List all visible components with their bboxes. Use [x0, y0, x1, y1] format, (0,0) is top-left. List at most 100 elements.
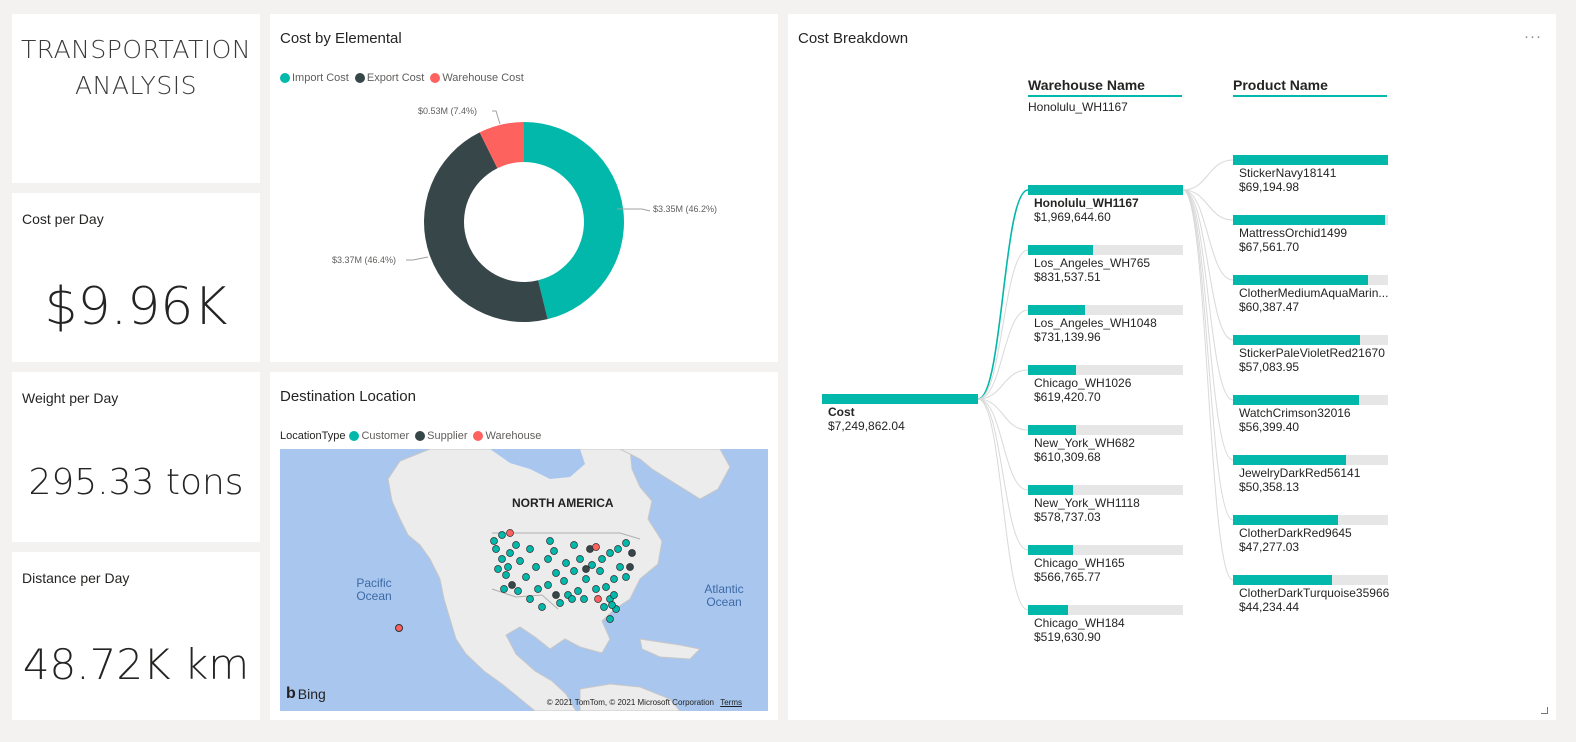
tree-node-product[interactable]: ClotherDarkRed9645 $47,277.03 — [1233, 515, 1388, 557]
map-point[interactable] — [546, 537, 554, 545]
node-value: $566,765.77 — [1034, 570, 1101, 584]
tree-node-product[interactable]: JewelryDarkRed56141 $50,358.13 — [1233, 455, 1388, 497]
tree-node-product[interactable]: WatchCrimson32016 $56,399.40 — [1233, 395, 1388, 437]
bar-fill — [1028, 485, 1073, 495]
tree-node-warehouse[interactable]: Chicago_WH165 $566,765.77 — [1028, 545, 1183, 587]
tree-node-product[interactable]: ClotherDarkTurquoise35966 $44,234.44 — [1233, 575, 1389, 617]
kpi-card-distance[interactable]: Distance per Day 48.72K km — [12, 552, 260, 720]
map-point[interactable] — [582, 575, 590, 583]
kpi-card-cost[interactable]: Cost per Day $9.96K — [12, 193, 260, 362]
map-point[interactable] — [526, 595, 534, 603]
decomposition-tree-card[interactable]: Cost Breakdown ··· Warehouse Name Honolu… — [788, 14, 1556, 720]
map-point[interactable] — [532, 563, 540, 571]
map-point[interactable] — [592, 585, 600, 593]
map-point[interactable] — [568, 595, 576, 603]
map-point[interactable] — [594, 595, 602, 603]
map-point[interactable] — [588, 561, 596, 569]
map-point[interactable] — [606, 615, 614, 623]
map-point[interactable] — [570, 541, 578, 549]
map-card[interactable]: Destination Location LocationType Custom… — [270, 372, 778, 720]
map-point[interactable] — [610, 575, 618, 583]
map-point[interactable] — [534, 585, 542, 593]
map-point[interactable] — [504, 563, 512, 571]
map-point[interactable] — [552, 569, 560, 577]
map-point[interactable] — [506, 549, 514, 557]
map-point[interactable] — [498, 531, 506, 539]
map-point[interactable] — [610, 591, 618, 599]
legend-item-warehouse[interactable]: Warehouse — [473, 430, 541, 442]
map-point[interactable] — [576, 555, 584, 563]
map-point[interactable] — [544, 581, 552, 589]
map-point[interactable] — [492, 545, 500, 553]
map-point[interactable] — [614, 545, 622, 553]
map-point[interactable] — [598, 555, 606, 563]
map-point[interactable] — [570, 567, 578, 575]
map-point[interactable] — [508, 581, 516, 589]
node-label: Los_Angeles_WH1048 — [1034, 316, 1157, 330]
map-point[interactable] — [574, 587, 582, 595]
node-label: Cost — [828, 405, 855, 419]
map-point[interactable] — [490, 537, 498, 545]
tree-node-product[interactable]: MattressOrchid1499 $67,561.70 — [1233, 215, 1388, 257]
map-point[interactable] — [602, 583, 610, 591]
map-point[interactable] — [498, 555, 506, 563]
map-point[interactable] — [552, 591, 560, 599]
node-value: $1,969,644.60 — [1034, 210, 1111, 224]
resize-handle[interactable] — [1541, 707, 1548, 714]
tree-node-warehouse[interactable]: Los_Angeles_WH765 $831,537.51 — [1028, 245, 1183, 287]
map-label-north-america: NORTH AMERICA — [512, 496, 614, 510]
map-point[interactable] — [580, 595, 588, 603]
bar-fill — [1028, 425, 1076, 435]
tree-node-warehouse[interactable]: New_York_WH1118 $578,737.03 — [1028, 485, 1183, 527]
map-point[interactable] — [502, 571, 510, 579]
map-point[interactable] — [562, 559, 570, 567]
map-point[interactable] — [622, 573, 630, 581]
legend-item-supplier[interactable]: Supplier — [415, 430, 467, 442]
map-point[interactable] — [500, 585, 508, 593]
map-point[interactable] — [622, 539, 630, 547]
map-point[interactable] — [526, 545, 534, 553]
map-point[interactable] — [556, 599, 564, 607]
map-point[interactable] — [582, 565, 590, 573]
terms-link[interactable]: Terms — [720, 698, 742, 707]
map-point[interactable] — [494, 565, 502, 573]
map-point[interactable] — [544, 555, 552, 563]
map-point[interactable] — [628, 549, 636, 557]
tree-node-warehouse[interactable]: Honolulu_WH1167 $1,969,644.60 — [1028, 185, 1183, 227]
map-point[interactable] — [596, 567, 604, 575]
map-point[interactable] — [616, 563, 624, 571]
tree-node-product[interactable]: ClotherMediumAquaMarin... $60,387.47 — [1233, 275, 1388, 317]
tree-node-warehouse[interactable]: New_York_WH682 $610,309.68 — [1028, 425, 1183, 467]
map-label-atlantic: Atlantic Ocean — [704, 582, 744, 609]
kpi-label: Distance per Day — [22, 570, 130, 586]
tree-node-product[interactable]: StickerPaleVioletRed21670 $57,083.95 — [1233, 335, 1388, 377]
map-point[interactable] — [592, 543, 600, 551]
map-point[interactable] — [550, 547, 558, 555]
tree-node-warehouse[interactable]: Los_Angeles_WH1048 $731,139.96 — [1028, 305, 1183, 347]
bing-logo[interactable]: b Bing — [286, 685, 326, 703]
map-point[interactable] — [606, 549, 614, 557]
data-label-warehouse: $0.53M (7.4%) — [418, 106, 477, 116]
map-point[interactable] — [514, 587, 522, 595]
donut-chart-card[interactable]: Cost by Elemental Import Cost Export Cos… — [270, 14, 778, 362]
tree-node-warehouse[interactable]: Chicago_WH1026 $619,420.70 — [1028, 365, 1183, 407]
map-point[interactable] — [538, 603, 546, 611]
tree-node-product[interactable]: StickerNavy18141 $69,194.98 — [1233, 155, 1388, 197]
tree-node-root[interactable]: Cost $7,249,862.04 — [822, 394, 978, 436]
map-point[interactable] — [506, 529, 514, 537]
map-point[interactable] — [522, 573, 530, 581]
legend-item-customer[interactable]: Customer — [349, 430, 409, 442]
tree-node-warehouse[interactable]: Chicago_WH184 $519,630.90 — [1028, 605, 1183, 647]
tree-connector — [1182, 189, 1234, 581]
map-point[interactable] — [516, 557, 524, 565]
node-label: Honolulu_WH1167 — [1034, 196, 1139, 210]
donut-chart[interactable]: $3.35M (46.2%) $3.37M (46.4%) $0.53M (7.… — [270, 14, 778, 362]
map-point[interactable] — [560, 577, 568, 585]
tree-connector — [977, 398, 1029, 611]
map-canvas[interactable]: NORTH AMERICA Pacific Ocean Atlantic Oce… — [280, 449, 768, 711]
map-point[interactable] — [512, 541, 520, 549]
map-point[interactable] — [600, 603, 608, 611]
kpi-card-weight[interactable]: Weight per Day 295.33 tons — [12, 372, 260, 542]
map-point[interactable] — [626, 563, 634, 571]
map-point[interactable] — [608, 601, 616, 609]
